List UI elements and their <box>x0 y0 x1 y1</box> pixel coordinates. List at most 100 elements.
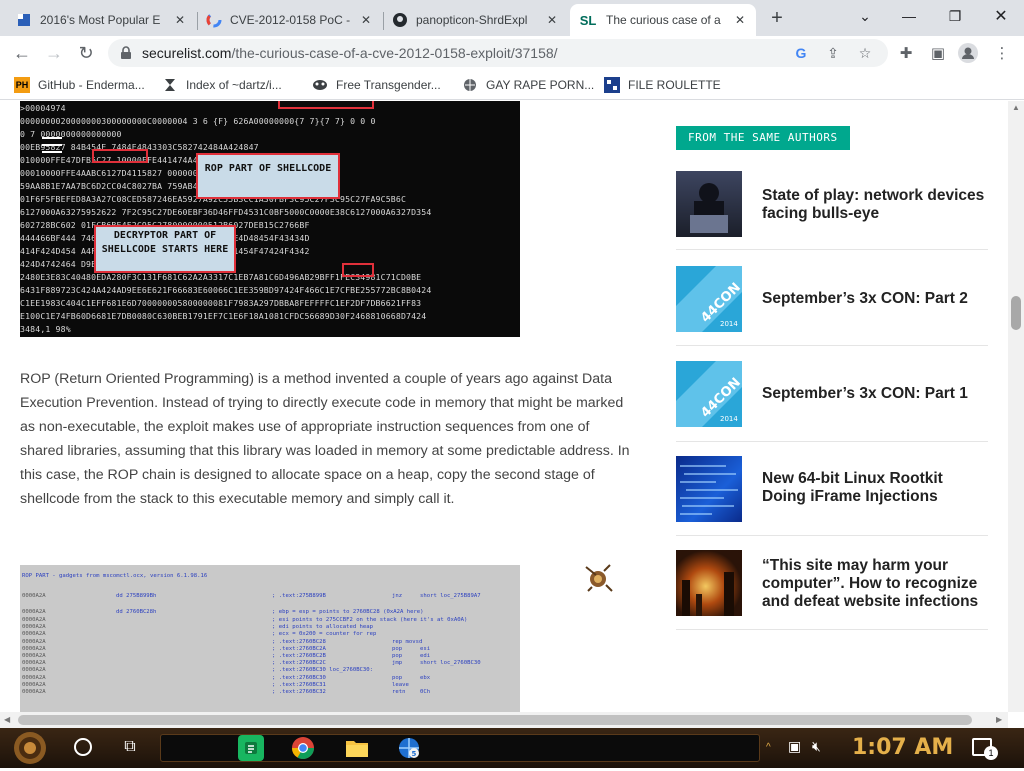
side-panel-icon[interactable]: ▣ <box>928 43 948 63</box>
rop-operand: short loc_2760BC30 <box>420 660 481 666</box>
tab-title: CVE-2012-0158 PoC - <box>230 13 351 27</box>
hex-line: 3484,1 98% <box>20 324 71 334</box>
hex-line: C1EE1983C404C1EFF681E6D70000000580000008… <box>20 298 422 308</box>
rop-address: 0000A2A <box>22 646 46 652</box>
tab-3-active[interactable]: SL The curious case of a ✕ <box>570 4 756 36</box>
search-circle-icon[interactable] <box>74 738 92 756</box>
flag-icon <box>16 12 32 28</box>
notification-center-icon[interactable]: 1 <box>972 738 998 760</box>
sidebar-heading: FROM THE SAME AUTHORS <box>676 126 850 150</box>
vertical-scrollbar[interactable]: ▲ <box>1008 101 1024 712</box>
address-bar[interactable]: securelist.com/the-curious-case-of-a-cve… <box>108 39 888 67</box>
notes-app-icon[interactable] <box>238 735 264 761</box>
scroll-right-arrow[interactable]: ▶ <box>996 715 1002 724</box>
file-explorer-icon[interactable] <box>344 735 370 761</box>
rop-opcode: pop <box>392 646 403 652</box>
google-lens-icon[interactable]: G <box>792 44 810 62</box>
sidebar-item-title[interactable]: State of play: network devices facing bu… <box>762 187 988 223</box>
minimize-button[interactable]: — <box>894 4 924 28</box>
rop-address: 0000A2A <box>22 682 46 688</box>
url-path: /the-curious-case-of-a-cve-2012-0158-exp… <box>231 45 558 61</box>
rop-comment: ; ebp = esp = points to 2760BC28 (0xA2A … <box>272 609 424 615</box>
hamburger-menu-icon[interactable] <box>42 137 62 153</box>
rop-opcode: pop <box>392 675 403 681</box>
rop-operand: esi <box>420 646 431 652</box>
rop-comment: ; ecx = 0x200 = counter for rep <box>272 631 377 637</box>
bookmark-github[interactable]: PH GitHub - Enderma... <box>14 77 145 93</box>
callout-rop: ROP PART OF SHELLCODE <box>196 153 340 199</box>
bookmark-label: Index of ~dartz/i... <box>186 78 282 92</box>
windows-taskbar: ⧉ 5 ^ ▣ 🔇︎ 1:07 AM 1 <box>0 728 1024 768</box>
horizontal-scrollbar[interactable]: ◀ ▶ <box>0 712 1008 728</box>
rop-address: 0000A2A <box>22 675 46 681</box>
tab-0[interactable]: 2016's Most Popular E ✕ <box>8 4 196 36</box>
rop-address: 0000A2A <box>22 609 46 615</box>
thumbnail-city[interactable] <box>676 550 742 616</box>
mask-icon <box>312 77 328 93</box>
volume-muted-icon[interactable]: 🔇︎ <box>812 738 821 755</box>
hex-line: E100C1E74FB60D6681E7DB0080C630BEB1791EF7… <box>20 311 427 321</box>
reload-button[interactable]: ↻ <box>74 41 98 65</box>
forward-button[interactable]: → <box>42 41 66 65</box>
globe-icon <box>462 77 478 93</box>
hex-line: >00004974 <box>20 103 66 113</box>
github-icon <box>392 12 408 28</box>
back-button[interactable]: ← <box>10 41 34 65</box>
tab-search-button[interactable]: ⌄ <box>850 4 880 28</box>
url-text[interactable]: securelist.com/the-curious-case-of-a-cve… <box>142 45 558 61</box>
thumbnail-code[interactable] <box>676 456 742 522</box>
extensions-puzzle-icon[interactable]: ✚ <box>896 43 916 63</box>
file-roulette-icon <box>604 77 620 93</box>
sidebar-item-title[interactable]: September’s 3x CON: Part 1 <box>762 385 988 403</box>
rop-comment: ; .text:2760BC2C <box>272 660 326 666</box>
thumbnail-hacker[interactable] <box>676 171 742 237</box>
share-icon[interactable]: ⇪ <box>824 44 842 62</box>
bookmark-transgender[interactable]: Free Transgender... <box>312 77 441 93</box>
globe-app-icon[interactable]: 5 <box>396 735 422 761</box>
rop-opcode: jnz <box>392 593 403 599</box>
tab-2[interactable]: panopticon-ShrdExpl ✕ <box>384 4 568 36</box>
sidebar-item-title[interactable]: September’s 3x CON: Part 2 <box>762 290 988 308</box>
rop-operand: ebx <box>420 675 431 681</box>
rop-address: 0000A2A <box>22 593 46 599</box>
lock-icon[interactable] <box>120 46 134 60</box>
bookmark-index[interactable]: Index of ~dartz/i... <box>162 77 282 93</box>
bookmark-star-icon[interactable]: ☆ <box>856 44 874 62</box>
scroll-left-arrow[interactable]: ◀ <box>4 715 10 724</box>
new-tab-button[interactable]: + <box>765 6 789 30</box>
close-icon[interactable]: ✕ <box>358 12 374 28</box>
close-window-button[interactable]: ✕ <box>986 4 1016 28</box>
bookmark-gay[interactable]: GAY RAPE PORN... <box>462 77 594 93</box>
chrome-taskbar-icon[interactable] <box>290 735 316 761</box>
start-button-icon[interactable] <box>10 730 50 766</box>
bookmark-file-roulette[interactable]: FILE ROULETTE <box>604 77 721 93</box>
sidebar-item-title[interactable]: New 64-bit Linux Rootkit Doing iFrame In… <box>762 470 988 506</box>
close-icon[interactable]: ✕ <box>732 12 748 28</box>
sidebar-divider <box>676 249 988 250</box>
rop-comment: ; .text:2760BC30 <box>272 675 326 681</box>
rop-operand: edi <box>420 653 431 659</box>
show-hidden-icons-chevron[interactable]: ^ <box>766 742 771 753</box>
vertical-scroll-thumb[interactable] <box>1011 296 1021 330</box>
horizontal-scroll-thumb[interactable] <box>18 715 972 725</box>
tab-1[interactable]: CVE-2012-0158 PoC - ✕ <box>198 4 382 36</box>
taskbar-clock[interactable]: 1:07 AM <box>852 735 953 760</box>
close-icon[interactable]: ✕ <box>544 12 560 28</box>
scroll-up-arrow[interactable]: ▲ <box>1012 103 1020 112</box>
tab-strip: 2016's Most Popular E ✕ CVE-2012-0158 Po… <box>0 0 1024 36</box>
maximize-button[interactable]: ❐ <box>940 4 970 28</box>
rop-address: 0000A2A <box>22 617 46 623</box>
menu-kebab-icon[interactable]: ⋮ <box>992 43 1012 63</box>
thumbnail-44con[interactable]: 44CON 2014 <box>676 361 742 427</box>
network-icon[interactable]: ▣ <box>788 738 801 755</box>
profile-avatar-icon[interactable] <box>958 43 978 63</box>
rop-opcode: retn <box>392 689 406 695</box>
bookmark-label: Free Transgender... <box>336 78 441 92</box>
sidebar-item-title[interactable]: “This site may harm your computer”. How … <box>762 557 994 611</box>
thumbnail-44con[interactable]: 44CON 2014 <box>676 266 742 332</box>
rop-dword: dd 2760BC28h <box>116 609 157 615</box>
bookmark-label: FILE ROULETTE <box>628 78 721 92</box>
task-view-icon[interactable]: ⧉ <box>120 738 140 756</box>
rop-address: 0000A2A <box>22 653 46 659</box>
close-icon[interactable]: ✕ <box>172 12 188 28</box>
